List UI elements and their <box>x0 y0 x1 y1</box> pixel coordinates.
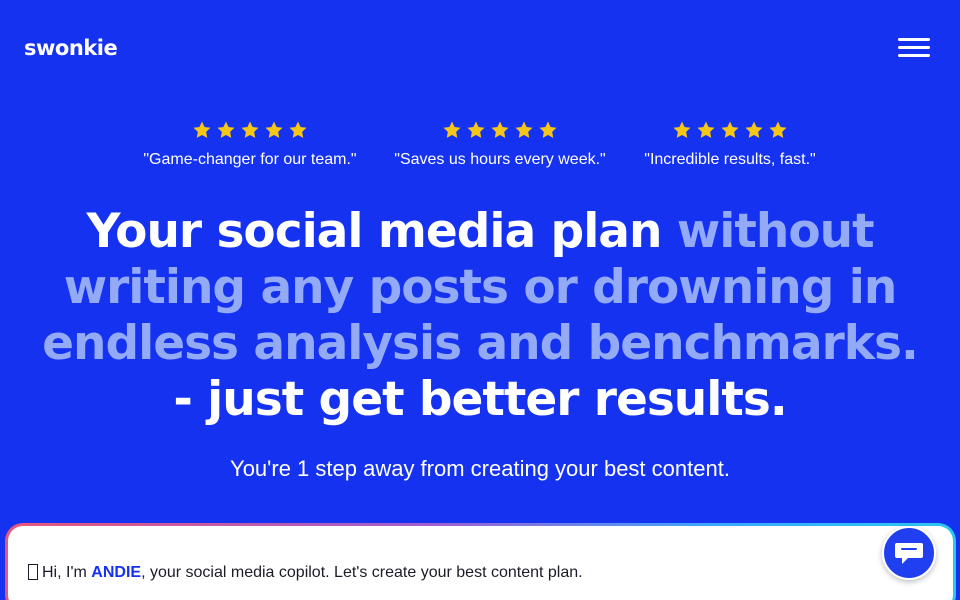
star-icon <box>442 120 462 142</box>
star-icon <box>264 120 284 142</box>
hamburger-menu-icon[interactable] <box>898 37 930 59</box>
review-card: "Saves us hours every week." <box>370 120 630 169</box>
review-quote: "Incredible results, fast." <box>644 151 816 168</box>
star-icon <box>696 120 716 142</box>
star-icon <box>768 120 788 142</box>
chat-intro-prefix: Hi, I'm <box>42 564 92 581</box>
chat-panel: Hi, I'm ANDIE, your social media copilot… <box>5 523 956 600</box>
star-icon <box>288 120 308 142</box>
chat-bubble-icon <box>895 543 923 564</box>
star-icon <box>240 120 260 142</box>
hero-subheadline: You're 1 step away from creating your be… <box>230 456 730 481</box>
star-icon <box>216 120 236 142</box>
reviews-row: "Game-changer for our team." "Saves us h… <box>0 120 960 180</box>
star-icon <box>466 120 486 142</box>
hero-headline: Your social media plan without writing a… <box>0 204 960 428</box>
headline-tail: - just get better results. <box>173 372 787 427</box>
chat-panel-body: Hi, I'm ANDIE, your social media copilot… <box>8 526 953 600</box>
star-icon <box>514 120 534 142</box>
headline-lead: Your social media plan <box>86 204 677 259</box>
chat-intro-suffix: , your social media copilot. Let's creat… <box>141 564 583 581</box>
star-icon <box>720 120 740 142</box>
star-rating <box>120 120 380 142</box>
star-icon <box>192 120 212 142</box>
review-card: "Game-changer for our team." <box>120 120 380 169</box>
star-icon <box>538 120 558 142</box>
review-quote: "Game-changer for our team." <box>143 151 357 168</box>
star-icon <box>672 120 692 142</box>
review-quote: "Saves us hours every week." <box>394 151 606 168</box>
star-rating <box>370 120 630 142</box>
logo[interactable]: swonkie <box>24 36 118 60</box>
star-rating <box>600 120 860 142</box>
review-card: "Incredible results, fast." <box>600 120 860 169</box>
chat-launcher-button[interactable] <box>882 526 936 580</box>
menu-bar <box>898 46 930 49</box>
star-icon <box>490 120 510 142</box>
chat-intro-message: Hi, I'm ANDIE, your social media copilot… <box>28 564 583 582</box>
star-icon <box>744 120 764 142</box>
wave-emoji-icon <box>28 564 38 580</box>
menu-bar <box>898 54 930 57</box>
assistant-name: ANDIE <box>91 564 142 581</box>
menu-bar <box>898 38 930 41</box>
